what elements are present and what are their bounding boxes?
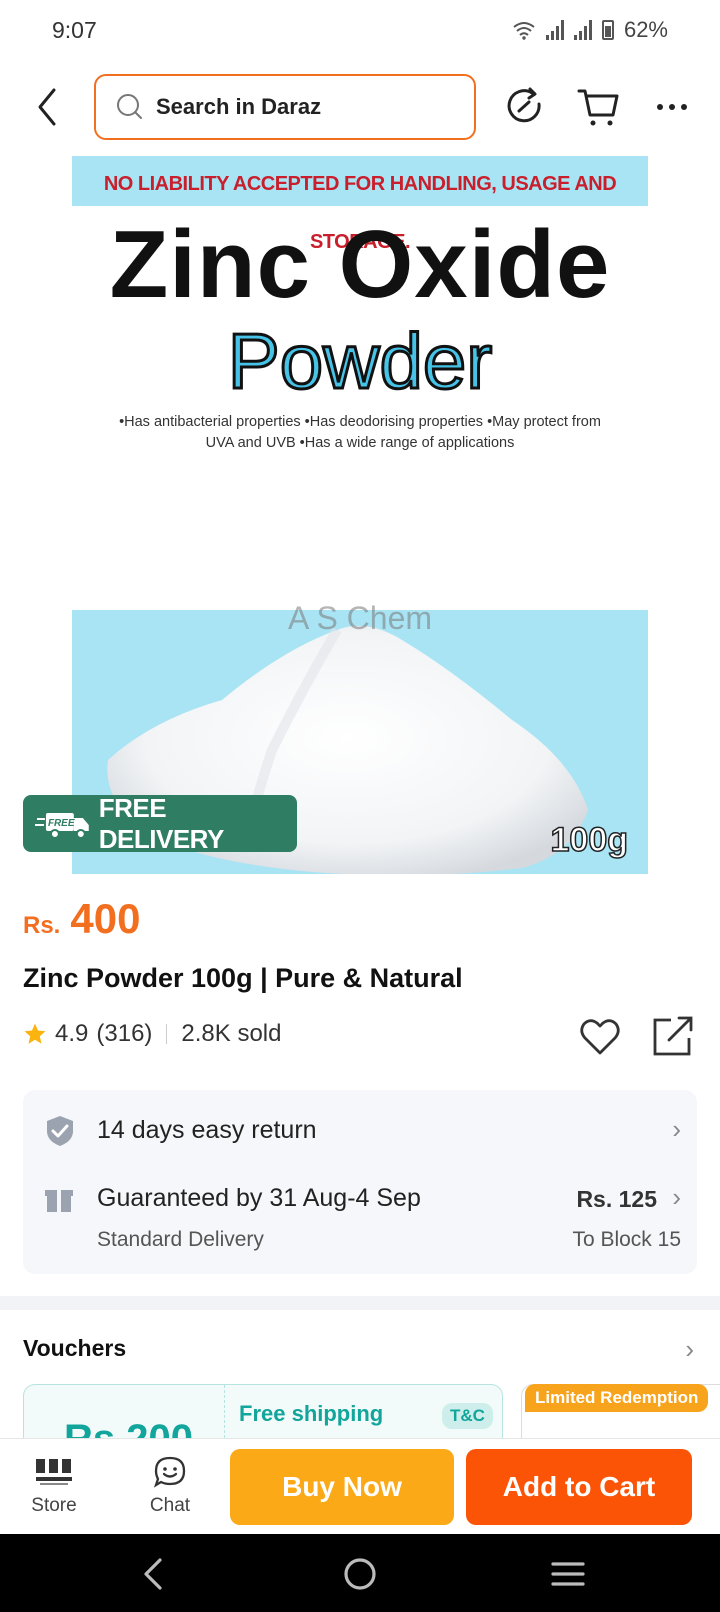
signal-icon — [545, 20, 564, 40]
store-button[interactable]: Store — [14, 1453, 94, 1517]
product-image-banner: NO LIABILITY ACCEPTED FOR HANDLING, USAG… — [72, 156, 648, 253]
shield-check-icon — [47, 1116, 73, 1146]
store-label: Store — [31, 1495, 77, 1516]
delivery-estimate-row[interactable]: Guaranteed by 31 Aug-4 Sep Standard Deli… — [23, 1172, 697, 1274]
price-currency: Rs. — [23, 912, 61, 939]
search-placeholder: Search in Daraz — [156, 94, 322, 119]
chat-icon — [130, 1453, 210, 1491]
vouchers-chevron-right-icon[interactable]: › — [685, 1334, 694, 1365]
system-home-icon[interactable] — [340, 1554, 380, 1594]
wishlist-heart-icon[interactable] — [578, 1015, 622, 1059]
status-time: 9:07 — [52, 17, 97, 43]
system-back-icon[interactable] — [134, 1554, 174, 1594]
bottom-action-bar: Store Chat Buy Now Add to Cart — [0, 1438, 720, 1534]
chat-button[interactable]: Chat — [130, 1453, 210, 1517]
product-image[interactable]: NO LIABILITY ACCEPTED FOR HANDLING, USAG… — [72, 156, 648, 874]
rating-row[interactable]: 4.9 (316) 2.8K sold — [23, 1020, 281, 1048]
sold-count: 2.8K sold — [181, 1020, 282, 1047]
product-image-title: Zinc Oxide — [109, 211, 611, 318]
buy-now-button[interactable]: Buy Now — [230, 1449, 454, 1525]
delivery-guarantee-text: Guaranteed by 31 Aug-4 Sep — [97, 1184, 421, 1212]
delivery-location: To Block 15 — [572, 1228, 681, 1251]
search-icon — [117, 94, 142, 119]
search-input[interactable]: Search in Daraz — [94, 74, 476, 140]
package-icon — [45, 1190, 73, 1212]
back-arrow-icon[interactable] — [30, 84, 66, 130]
review-count: (316) — [96, 1020, 153, 1047]
status-bar: 9:07 62% — [0, 0, 720, 62]
battery-percent: 62% — [623, 17, 668, 42]
terms-badge[interactable]: T&C — [442, 1403, 493, 1429]
more-options-icon[interactable] — [650, 84, 696, 130]
wifi-icon — [513, 22, 535, 40]
delivery-info-card: 14 days easy return › Guaranteed by 31 A… — [23, 1090, 697, 1274]
delivery-truck-icon: FREE — [35, 812, 89, 839]
top-bar: Search in Daraz — [0, 70, 720, 144]
vouchers-heading: Vouchers — [23, 1335, 127, 1361]
price-amount: 400 — [70, 895, 141, 942]
free-delivery-badge: FREE FREE DELIVERY — [23, 792, 297, 854]
delivery-fee: Rs. 125 — [576, 1186, 657, 1212]
product-image-subtitle: Powder — [226, 316, 493, 407]
share-icon[interactable] — [651, 1014, 695, 1058]
return-policy-text: 14 days easy return — [97, 1116, 317, 1144]
limited-redemption-badge: Limited Redemption — [525, 1384, 709, 1412]
free-badge-text: FREE — [48, 817, 75, 828]
chevron-right-icon: › — [672, 1182, 681, 1212]
product-page: 9:07 62% Search in Daraz NO LIABILITY AC… — [0, 0, 720, 1612]
product-title: Zinc Powder 100g | Pure & Natural — [23, 963, 463, 993]
add-to-cart-button[interactable]: Add to Cart — [466, 1449, 692, 1525]
chat-label: Chat — [149, 1495, 191, 1516]
voucher-label: Free shipping — [239, 1401, 384, 1426]
return-policy-row[interactable]: 14 days easy return › — [23, 1090, 697, 1172]
watermark: A S Chem — [287, 600, 433, 636]
delivery-type: Standard Delivery — [97, 1228, 264, 1251]
refresh-icon[interactable] — [502, 84, 548, 130]
signal-icon-2 — [573, 20, 592, 40]
status-icons: 62% — [512, 17, 668, 43]
chevron-right-icon: › — [672, 1114, 681, 1144]
product-image-bullets: •Has antibacterial properties •Has deodo… — [119, 414, 601, 451]
free-delivery-label: FREE DELIVERY — [98, 792, 225, 854]
section-divider — [0, 1296, 720, 1310]
battery-icon — [601, 20, 614, 40]
rating-value: 4.9 — [55, 1020, 89, 1047]
product-weight-label: 100g — [550, 820, 629, 860]
store-logo-icon — [14, 1453, 94, 1491]
star-icon — [24, 1023, 46, 1044]
system-navigation-bar — [0, 1534, 720, 1612]
rating-divider — [166, 1024, 168, 1044]
product-price: Rs. 400 — [23, 895, 140, 943]
system-recents-icon[interactable] — [548, 1554, 588, 1594]
cart-icon[interactable] — [576, 84, 622, 130]
